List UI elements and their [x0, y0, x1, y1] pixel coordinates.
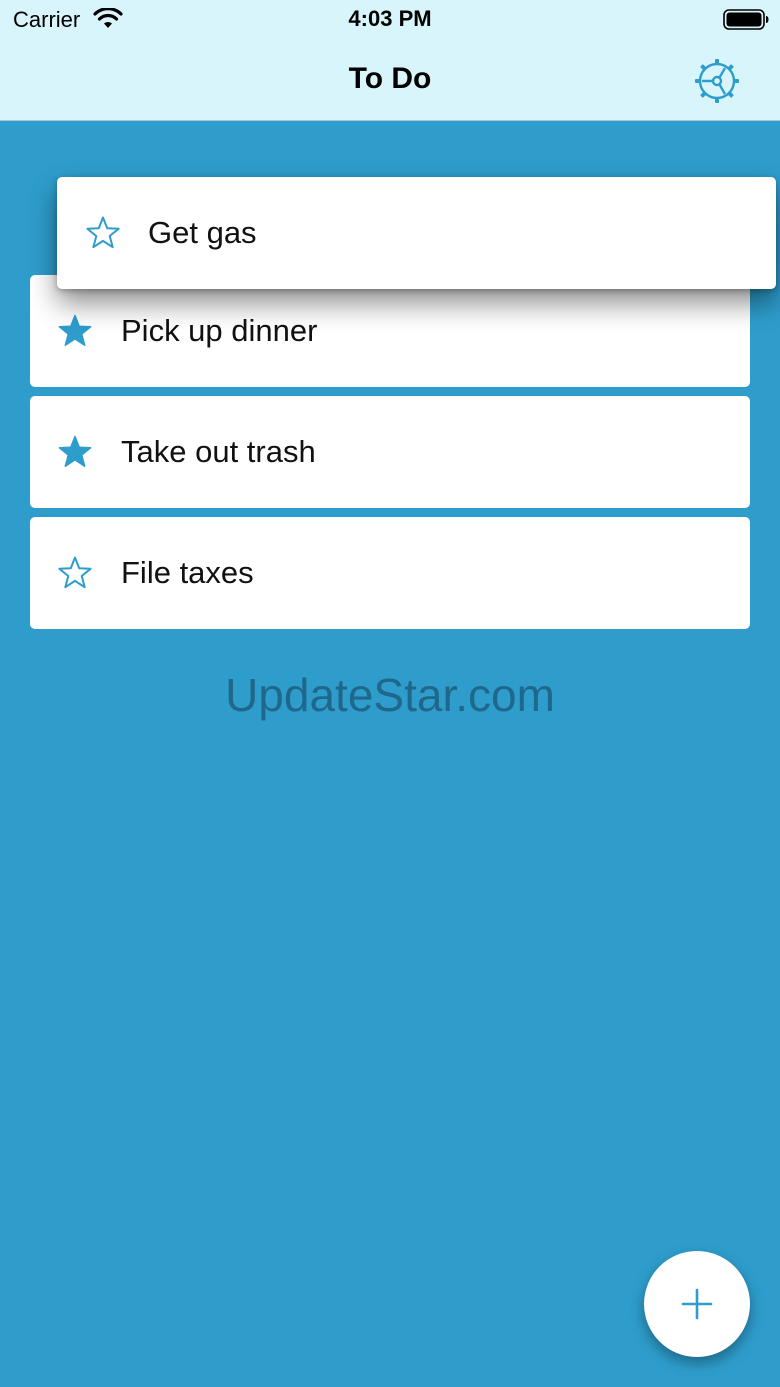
- list-item-label: Pick up dinner: [121, 313, 318, 348]
- list-item-label: Get gas: [148, 215, 257, 250]
- list-item-label: Take out trash: [121, 434, 316, 469]
- star-outline-icon[interactable]: [57, 555, 93, 591]
- navigation-bar: Carrier 4:03 PM To Do: [0, 0, 780, 121]
- list-item[interactable]: File taxes: [30, 517, 750, 629]
- star-outline-icon[interactable]: [85, 215, 121, 251]
- star-filled-icon[interactable]: [57, 434, 93, 470]
- add-item-button[interactable]: [644, 1251, 750, 1357]
- list-item-label: File taxes: [121, 555, 254, 590]
- gear-icon: [695, 59, 739, 103]
- list-item-dragging[interactable]: Get gas: [57, 177, 776, 289]
- watermark: UpdateStar.com: [225, 669, 555, 721]
- settings-button[interactable]: [692, 56, 742, 106]
- plus-icon: [681, 1288, 713, 1320]
- status-time: 4:03 PM: [348, 6, 432, 31]
- list-item[interactable]: Pick up dinner: [30, 275, 750, 387]
- page-title: To Do: [348, 62, 432, 95]
- star-filled-icon[interactable]: [57, 313, 93, 349]
- list-item[interactable]: Take out trash: [30, 396, 750, 508]
- battery-icon: [723, 9, 769, 30]
